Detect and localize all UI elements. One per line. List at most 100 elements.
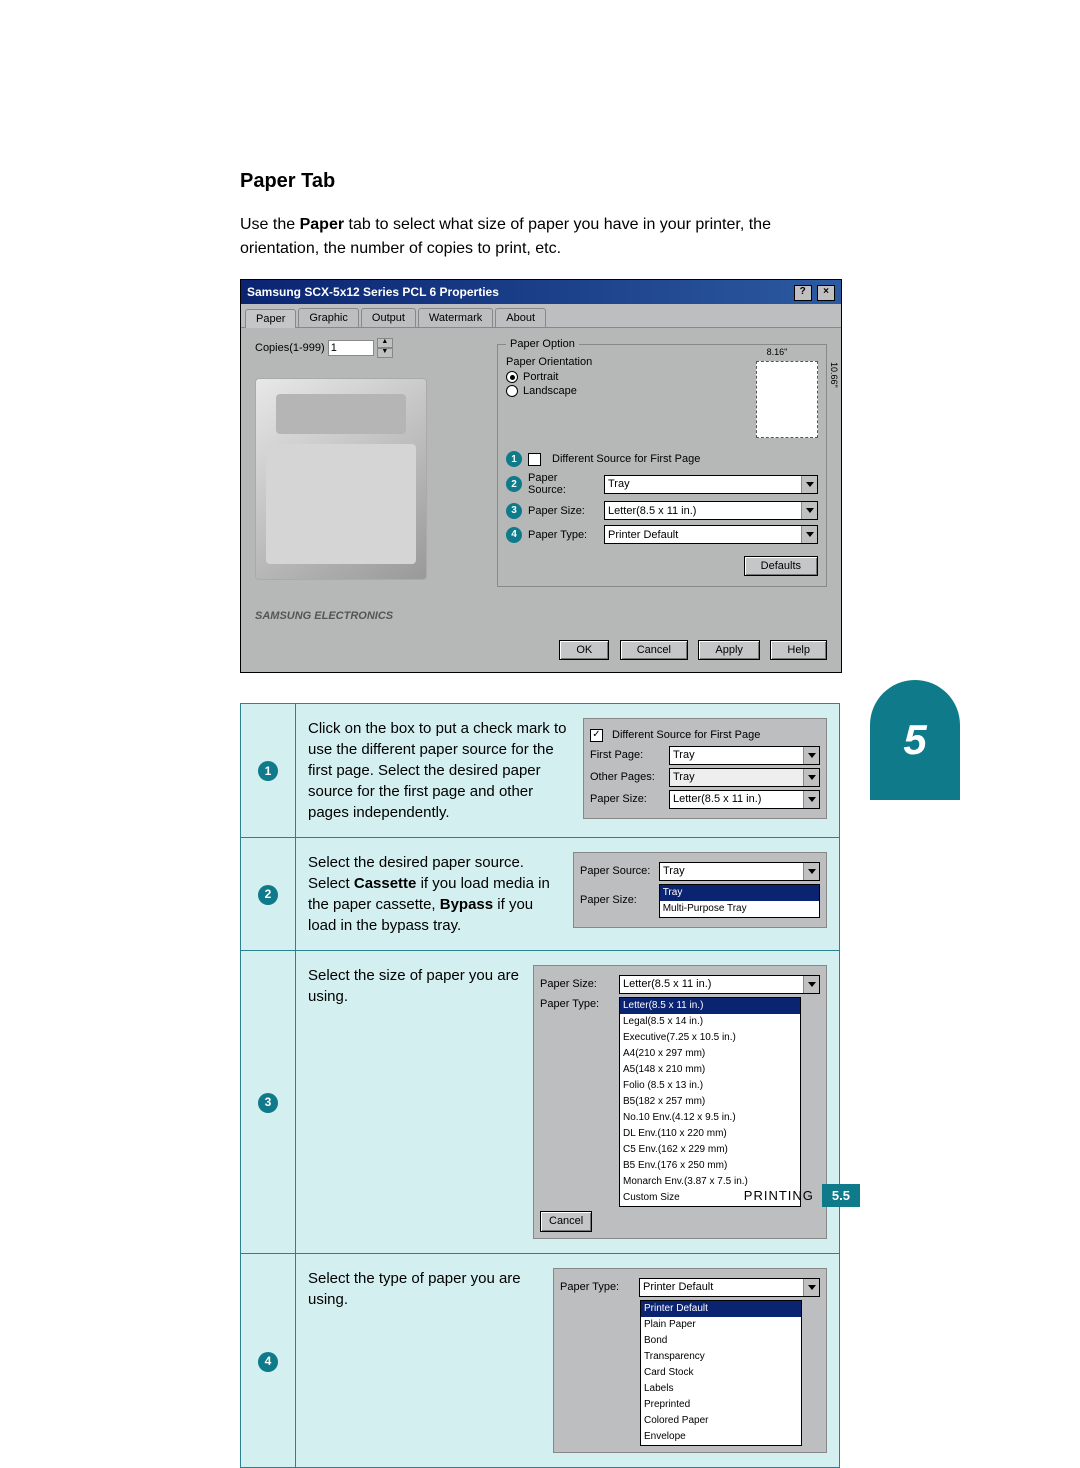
callout-2-text: Select the desired paper source. Select … [308, 852, 561, 936]
paper-type-label: Paper Type: [528, 529, 598, 541]
mini-paper-size-label2: Paper Size: [580, 893, 655, 908]
paper-option-legend: Paper Option [506, 338, 579, 350]
list-item[interactable]: Folio (8.5 x 13 in.) [620, 1078, 800, 1094]
callout-badge-4: 4 [258, 1352, 278, 1372]
mini3-type-label: Paper Type: [540, 997, 615, 1012]
callout-row: 2 Select the desired paper source. Selec… [241, 838, 840, 951]
mini4-type-label: Paper Type: [560, 1280, 635, 1295]
footer-label: PRINTING [744, 1188, 814, 1203]
callout-badge-1: 1 [258, 761, 278, 781]
chevron-down-icon [803, 976, 819, 993]
list-item[interactable]: Preprinted [641, 1397, 801, 1413]
samsung-logo: SAMSUNG ELECTRONICS [255, 610, 485, 622]
spin-down-icon[interactable]: ▼ [377, 348, 393, 358]
list-item[interactable]: B5 Env.(176 x 250 mm) [620, 1158, 800, 1174]
list-item[interactable]: Multi-Purpose Tray [660, 901, 819, 917]
mini-paper-source-label: Paper Source: [580, 864, 655, 879]
chevron-down-icon [803, 1279, 819, 1296]
intro-pre: Use the [240, 216, 300, 233]
diff-source-checkbox[interactable] [528, 453, 541, 466]
tab-output[interactable]: Output [361, 308, 416, 327]
paper-option-group: Paper Option Paper Orientation Portrait … [497, 338, 827, 587]
tab-paper[interactable]: Paper [245, 309, 296, 328]
paper-source-label: Paper Source: [528, 472, 598, 496]
ok-button[interactable]: OK [559, 640, 609, 660]
callout-1-ui: Different Source for First Page First Pa… [583, 718, 827, 819]
paper-type-open-list[interactable]: Printer Default Plain Paper Bond Transpa… [640, 1300, 802, 1446]
mini-paper-size-label: Paper Size: [590, 792, 665, 807]
list-item[interactable]: Colored Paper [641, 1413, 801, 1429]
list-item[interactable]: Card Stock [641, 1365, 801, 1381]
callout-4-text: Select the type of paper you are using. [308, 1268, 541, 1310]
chevron-down-icon [801, 476, 817, 493]
badge-3-icon: 3 [506, 503, 522, 519]
callout-row: 1 Click on the box to put a check mark t… [241, 704, 840, 838]
list-item[interactable]: Bond [641, 1333, 801, 1349]
chevron-down-icon [801, 502, 817, 519]
spin-up-icon[interactable]: ▲ [377, 338, 393, 348]
list-item[interactable]: Transparency [641, 1349, 801, 1365]
paper-source-value: Tray [608, 478, 630, 490]
first-page-dropdown[interactable]: Tray [669, 746, 820, 765]
help-icon[interactable]: ? [794, 285, 812, 301]
list-item[interactable]: Legal(8.5 x 14 in.) [620, 1014, 800, 1030]
apply-button[interactable]: Apply [698, 640, 760, 660]
mini-cancel-button[interactable]: Cancel [540, 1211, 592, 1232]
chevron-down-icon [803, 791, 819, 808]
cancel-button[interactable]: Cancel [620, 640, 688, 660]
callout-row: 3 Select the size of paper you are using… [241, 951, 840, 1254]
mini-paper-source-dropdown[interactable]: Tray [659, 862, 820, 881]
paper-size-dropdown[interactable]: Letter(8.5 x 11 in.) [604, 501, 818, 520]
help-button[interactable]: Help [770, 640, 827, 660]
list-item[interactable]: A5(148 x 210 mm) [620, 1062, 800, 1078]
badge-2-icon: 2 [506, 476, 522, 492]
paper-source-dropdown[interactable]: Tray [604, 475, 818, 494]
paper-source-open-list[interactable]: Tray Multi-Purpose Tray [659, 884, 820, 918]
paper-size-open-list[interactable]: Letter(8.5 x 11 in.) Legal(8.5 x 14 in.)… [619, 997, 801, 1207]
tab-graphic[interactable]: Graphic [298, 308, 359, 327]
mini-checkbox[interactable] [590, 729, 603, 742]
list-item[interactable]: Plain Paper [641, 1317, 801, 1333]
mini3-size-dropdown[interactable]: Letter(8.5 x 11 in.) [619, 975, 820, 994]
list-item[interactable]: Letter(8.5 x 11 in.) [620, 998, 800, 1014]
list-item[interactable]: Executive(7.25 x 10.5 in.) [620, 1030, 800, 1046]
callout-4-ui: Paper Type: Printer Default Printer Defau… [553, 1268, 827, 1453]
callout-2-ui: Paper Source: Tray Paper Size: Tray Multi… [573, 852, 827, 928]
intro-bold: Paper [300, 216, 344, 233]
callout-table: 1 Click on the box to put a check mark t… [240, 703, 840, 1468]
chevron-down-icon [801, 526, 817, 543]
close-icon[interactable]: × [817, 285, 835, 301]
mini4-type-dropdown[interactable]: Printer Default [639, 1278, 820, 1297]
landscape-radio[interactable] [506, 385, 518, 397]
portrait-radio[interactable] [506, 371, 518, 383]
chevron-down-icon [803, 769, 819, 786]
mini-paper-size-dropdown[interactable]: Letter(8.5 x 11 in.) [669, 790, 820, 809]
page-preview: 10.66" [756, 361, 818, 438]
badge-1-icon: 1 [506, 451, 522, 467]
list-item[interactable]: No.10 Env.(4.12 x 9.5 in.) [620, 1110, 800, 1126]
section-heading: Paper Tab [240, 170, 840, 193]
list-item[interactable]: A4(210 x 297 mm) [620, 1046, 800, 1062]
other-pages-dropdown[interactable]: Tray [669, 768, 820, 787]
paper-type-value: Printer Default [608, 529, 678, 541]
list-item[interactable]: C5 Env.(162 x 229 mm) [620, 1142, 800, 1158]
copies-label: Copies(1-999) [255, 342, 325, 354]
footer-page-number: 5.5 [822, 1184, 860, 1207]
list-item[interactable]: Tray [660, 885, 819, 901]
list-item[interactable]: Printer Default [641, 1301, 801, 1317]
properties-dialog: Samsung SCX-5x12 Series PCL 6 Properties… [240, 279, 842, 673]
list-item[interactable]: Labels [641, 1381, 801, 1397]
list-item[interactable]: DL Env.(110 x 220 mm) [620, 1126, 800, 1142]
paper-size-value: Letter(8.5 x 11 in.) [608, 505, 696, 517]
tab-watermark[interactable]: Watermark [418, 308, 493, 327]
other-pages-label: Other Pages: [590, 770, 665, 785]
paper-type-dropdown[interactable]: Printer Default [604, 525, 818, 544]
copies-input[interactable]: 1 [328, 340, 374, 356]
preview-width: 8.16" [736, 347, 818, 357]
tab-about[interactable]: About [495, 308, 546, 327]
dialog-button-row: OK Cancel Apply Help [241, 634, 841, 672]
list-item[interactable]: Envelope [641, 1429, 801, 1445]
mini-diff-source-label: Different Source for First Page [612, 728, 760, 743]
list-item[interactable]: B5(182 x 257 mm) [620, 1094, 800, 1110]
defaults-button[interactable]: Defaults [744, 556, 818, 576]
